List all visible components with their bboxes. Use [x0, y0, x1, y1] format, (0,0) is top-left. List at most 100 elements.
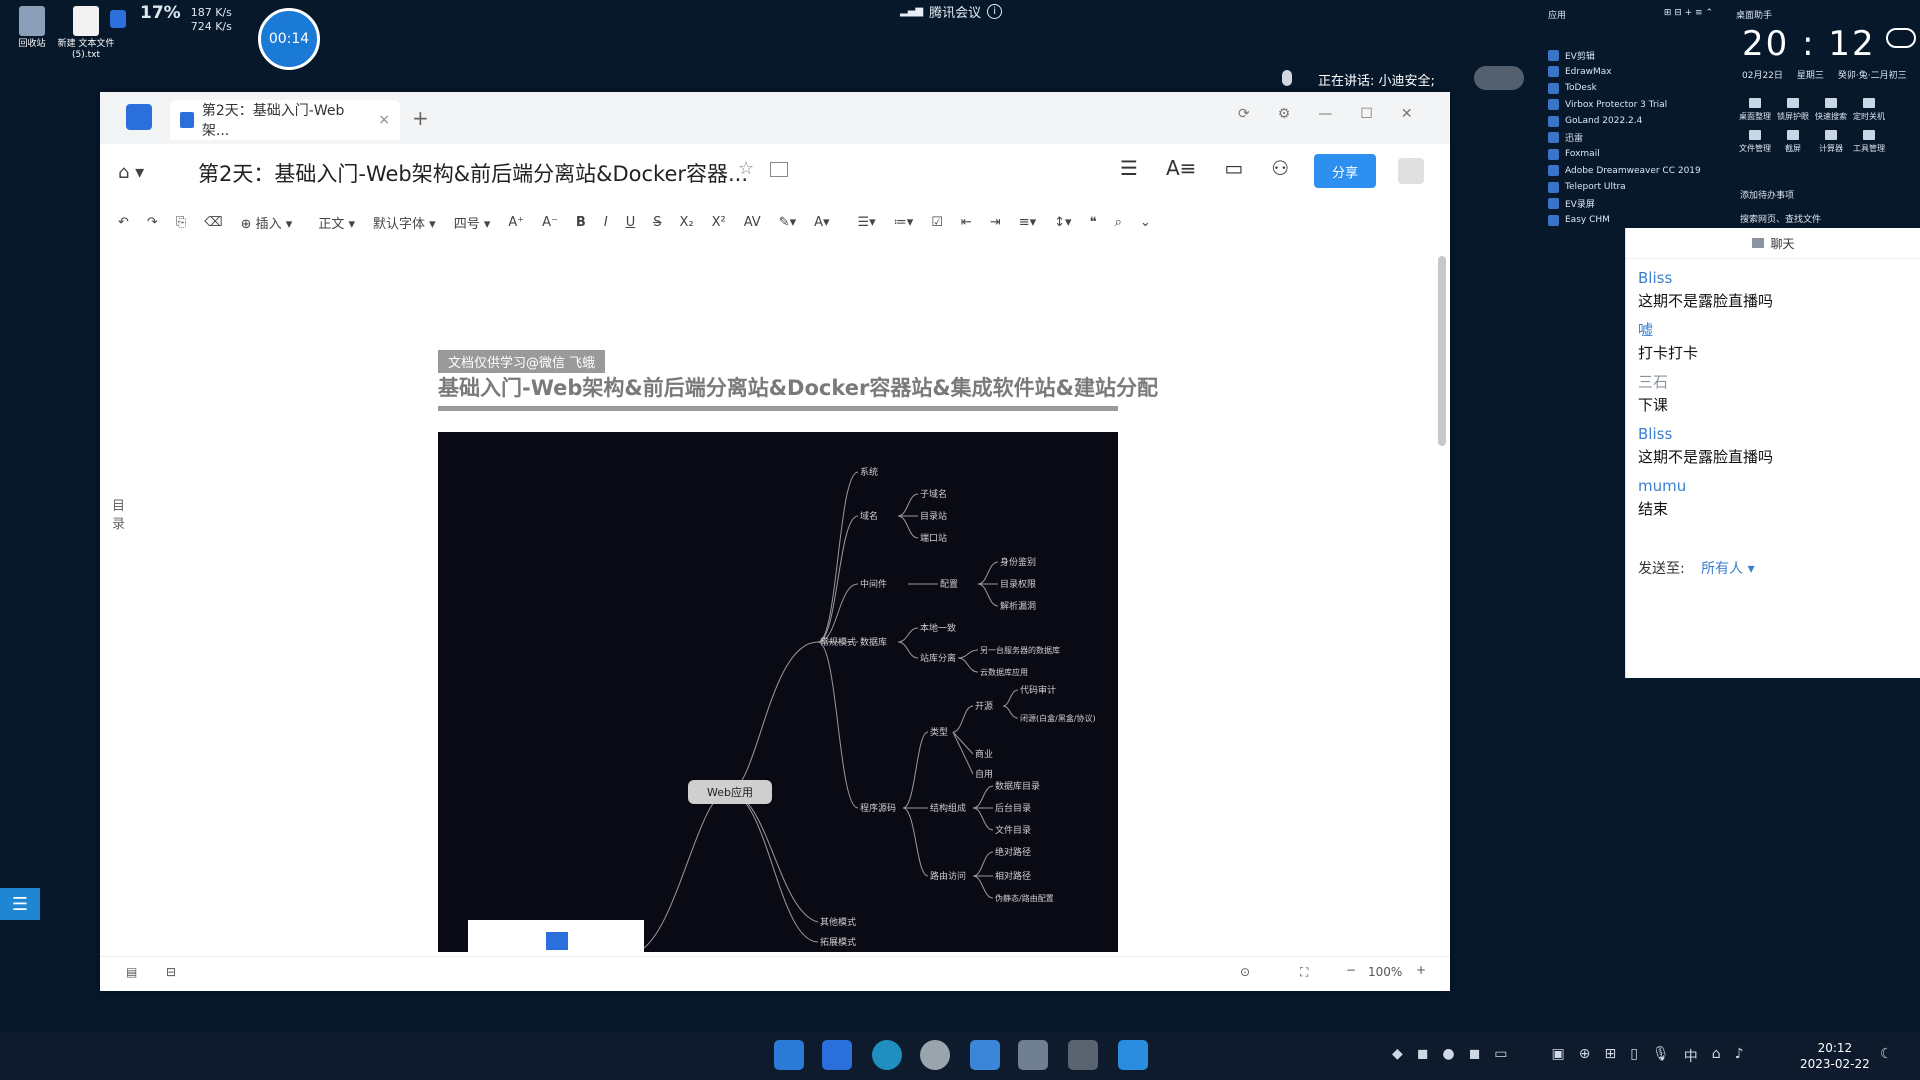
italic-icon[interactable]: I — [604, 215, 608, 230]
app-logo-icon[interactable] — [126, 104, 152, 130]
network-tray-icon[interactable]: ⊕ — [1579, 1046, 1591, 1066]
app-item[interactable]: GoLand 2022.2.4 — [1548, 113, 1718, 130]
clear-format-icon[interactable]: ⌫ — [204, 215, 222, 230]
shortcut-quick-search[interactable]: 快速搜索 — [1812, 98, 1850, 122]
app-item[interactable]: EV录屏 — [1548, 196, 1718, 213]
app-item[interactable]: ToDesk — [1548, 80, 1718, 97]
desktop-icon-recycle-bin[interactable]: 回收站 — [2, 6, 62, 50]
close-button[interactable]: ✕ — [1401, 106, 1413, 122]
redo-icon[interactable]: ↷ — [147, 215, 158, 230]
shortcut-calculator[interactable]: 计算器 — [1812, 130, 1850, 154]
print-layout-icon[interactable]: ⊟ — [166, 965, 176, 979]
meeting-title-bar[interactable]: ▂▄▆ 腾讯会议 i — [900, 2, 1003, 21]
strikethrough-icon[interactable]: S — [653, 215, 661, 230]
edge-browser-icon[interactable] — [872, 1040, 902, 1070]
quote-icon[interactable]: ❝ — [1090, 215, 1097, 230]
screen-recorder-icon[interactable] — [1118, 1040, 1148, 1070]
superscript-icon[interactable]: X² — [712, 215, 726, 230]
app-item[interactable]: Virbox Protector 3 Trial — [1548, 97, 1718, 114]
decrease-font-icon[interactable]: A⁻ — [542, 215, 558, 230]
desktop-icon-text-file[interactable]: 新建 文本文件 (5).txt — [56, 6, 116, 61]
font-size-select[interactable]: 四号 ▾ — [454, 213, 491, 232]
shortcut-desktop-organize[interactable]: 桌面整理 — [1736, 98, 1774, 122]
star-icon[interactable]: ☆ — [738, 158, 754, 179]
refresh-icon[interactable]: ⟳ — [1238, 106, 1250, 122]
app-item[interactable]: 迅雷 — [1548, 130, 1718, 147]
font-color-icon[interactable]: A▾ — [814, 215, 829, 230]
app-item[interactable]: EdrawMax — [1548, 64, 1718, 81]
highlight-icon[interactable]: ✎▾ — [779, 215, 796, 230]
notification-icon[interactable]: ☾ — [1880, 1046, 1893, 1062]
todo-link[interactable]: 添加待办事项 — [1740, 188, 1794, 201]
meeting-app-icon[interactable] — [822, 1040, 852, 1070]
app-item[interactable]: Easy CHM — [1548, 212, 1718, 229]
recording-timer[interactable]: 00:14 — [258, 8, 320, 70]
tray-app-icon[interactable]: ● — [1442, 1046, 1454, 1066]
numbered-list-icon[interactable]: ≔▾ — [894, 215, 914, 230]
paragraph-style-select[interactable]: 正文 ▾ — [318, 213, 355, 232]
app-item[interactable]: Foxmail — [1548, 146, 1718, 163]
input-method-indicator[interactable]: 中 — [1684, 1046, 1698, 1066]
toc-toggle[interactable]: 目录 — [112, 498, 128, 534]
underline-icon[interactable]: U — [626, 215, 636, 230]
settings-icon[interactable]: ⚙ — [1278, 106, 1291, 122]
close-tab-icon[interactable]: × — [378, 112, 390, 128]
mindmap-image[interactable]: Web应用 系统 域名 子域名 目录站 端口站 中间件 配置 身份鉴别 目录权限… — [438, 432, 1118, 953]
weather-cloud-icon[interactable] — [1886, 28, 1916, 48]
shortcut-eye-care[interactable]: 锁屏护眼 — [1774, 98, 1812, 122]
document-content[interactable]: 目录 文档仅供学习@微信 飞蛾 基础入门-Web架构&前后端分离站&Docker… — [100, 244, 1450, 956]
font-size-icon[interactable]: A≡ — [1166, 156, 1196, 180]
panel-controls-icon[interactable]: ⊞ ⊟ + ≡ ⌃ — [1664, 8, 1713, 21]
maximize-button[interactable]: ☐ — [1360, 106, 1373, 122]
indent-icon[interactable]: ⇥ — [990, 215, 1001, 230]
char-spacing-icon[interactable]: AV — [744, 215, 761, 230]
insert-button[interactable]: ⊕ 插入 ▾ — [241, 213, 293, 232]
menu-icon[interactable]: ☰ — [1120, 156, 1138, 180]
line-spacing-icon[interactable]: ↕▾ — [1054, 215, 1071, 230]
font-family-select[interactable]: 默认字体 ▾ — [373, 213, 436, 232]
microphone-tray-icon[interactable]: 🎙 — [1652, 1046, 1670, 1066]
shortcut-timed-shutdown[interactable]: 定时关机 — [1850, 98, 1888, 122]
system-tool-icon[interactable] — [1068, 1040, 1098, 1070]
start-icon[interactable] — [774, 1040, 804, 1070]
meeting-tray-icon[interactable]: ◼ — [1417, 1046, 1429, 1066]
zoom-in-button[interactable]: + — [1416, 963, 1426, 977]
system-clock[interactable]: 20:12 2023-02-22 — [1800, 1040, 1870, 1072]
zoom-out-button[interactable]: − — [1346, 963, 1356, 977]
folder-move-icon[interactable] — [770, 162, 788, 177]
undo-icon[interactable]: ↶ — [118, 215, 129, 230]
increase-font-icon[interactable]: A⁺ — [508, 215, 524, 230]
play-icon[interactable]: ⊙ — [1240, 965, 1250, 979]
fullscreen-icon[interactable]: ⛶ — [1300, 965, 1308, 980]
chrome-browser-icon[interactable] — [920, 1040, 950, 1070]
find-icon[interactable]: ⌕ — [1115, 215, 1122, 230]
share-button[interactable]: 分享 — [1314, 154, 1376, 188]
outdent-icon[interactable]: ⇤ — [961, 215, 972, 230]
bold-icon[interactable]: B — [576, 215, 586, 230]
security-tray-icon[interactable]: ◆ — [1392, 1046, 1403, 1066]
shield-icon[interactable] — [110, 10, 126, 28]
outline-icon[interactable]: ▤ — [126, 965, 137, 979]
checklist-icon[interactable]: ☑ — [931, 215, 943, 230]
vertical-scrollbar[interactable] — [1438, 256, 1446, 446]
minimize-button[interactable]: — — [1318, 106, 1332, 122]
format-painter-icon[interactable]: ⎘ — [176, 215, 186, 230]
remote-desktop-icon[interactable] — [1018, 1040, 1048, 1070]
floating-menu-button[interactable]: ☰ — [0, 888, 40, 920]
send-target-select[interactable]: 所有人 ▾ — [1701, 561, 1754, 577]
bullet-list-icon[interactable]: ☰▾ — [858, 215, 876, 230]
shortcut-tool-manager[interactable]: 工具管理 — [1850, 130, 1888, 154]
align-icon[interactable]: ≡▾ — [1019, 215, 1036, 230]
desktop-search-link[interactable]: 搜索网页、查找文件 — [1740, 212, 1821, 225]
info-icon[interactable]: i — [987, 4, 1003, 19]
more-icon[interactable]: ⌄ — [1140, 215, 1151, 230]
docs-app-icon[interactable] — [970, 1040, 1000, 1070]
volume-tray-icon[interactable]: ♪ — [1735, 1046, 1744, 1066]
grid-tray-icon[interactable]: ⊞ — [1604, 1046, 1616, 1066]
home-icon[interactable]: ⌂ ▾ — [118, 162, 144, 183]
add-collaborator-icon[interactable]: ⚇ — [1271, 156, 1289, 180]
present-icon[interactable]: ▭ — [1224, 156, 1243, 180]
battery-tray-icon[interactable]: ▯ — [1630, 1046, 1638, 1066]
tab-document[interactable]: 第2天：基础入门-Web架... × — [170, 100, 400, 140]
wifi-tray-icon[interactable]: ⌂ — [1712, 1046, 1721, 1066]
